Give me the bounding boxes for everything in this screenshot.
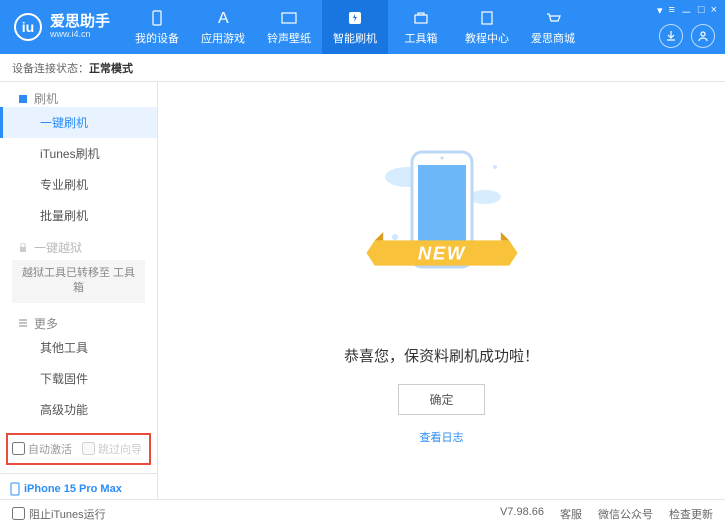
sidebar-item-pro-flash[interactable]: 专业刷机 <box>0 169 157 200</box>
status-value: 正常模式 <box>89 60 133 76</box>
checkbox-skip-guide[interactable]: 跳过向导 <box>82 441 142 457</box>
phone-icon <box>147 8 167 28</box>
checkbox-auto-activate[interactable]: 自动激活 <box>12 441 72 457</box>
footer: 阻止iTunes运行 V7.98.66 客服 微信公众号 检查更新 <box>0 499 725 527</box>
nav-store[interactable]: 爱思商城 <box>520 0 586 54</box>
cart-icon <box>543 8 563 28</box>
device-name[interactable]: iPhone 15 Pro Max <box>10 482 147 496</box>
download-button[interactable] <box>659 24 683 48</box>
nav-tutorials[interactable]: 教程中心 <box>454 0 520 54</box>
nav-toolbox[interactable]: 工具箱 <box>388 0 454 54</box>
close-icon[interactable]: × <box>711 4 717 20</box>
top-nav: 我的设备 A 应用游戏 铃声壁纸 智能刷机 工具箱 教程中心 爱思商城 <box>124 0 586 54</box>
footer-link-update[interactable]: 检查更新 <box>669 506 713 522</box>
main-content: NEW 恭喜您，保资料刷机成功啦！ 确定 查看日志 <box>158 82 725 499</box>
app-title: 爱思助手 <box>50 14 110 31</box>
section-flash: 刷机 <box>0 82 157 107</box>
footer-link-wechat[interactable]: 微信公众号 <box>598 506 653 522</box>
download-icon <box>665 30 677 42</box>
block-itunes-checkbox[interactable]: 阻止iTunes运行 <box>12 506 106 522</box>
minimize-icon[interactable]: － <box>681 4 692 20</box>
section-jailbreak: 一键越狱 <box>0 231 157 256</box>
status-label: 设备连接状态： <box>12 60 89 76</box>
flash-icon <box>345 8 365 28</box>
device-info: iPhone 15 Pro Max 512GB iPhone <box>0 473 157 499</box>
maximize-icon[interactable]: □ <box>698 4 705 20</box>
view-log-link[interactable]: 查看日志 <box>420 429 464 445</box>
user-button[interactable] <box>691 24 715 48</box>
sidebar-item-other-tools[interactable]: 其他工具 <box>0 332 157 363</box>
logo-icon: iu <box>14 13 42 41</box>
success-message: 恭喜您，保资料刷机成功啦！ <box>344 345 539 366</box>
ad-icon[interactable]: ▾ <box>657 4 663 20</box>
app-header: iu 爱思助手 www.i4.cn 我的设备 A 应用游戏 铃声壁纸 智能刷机 … <box>0 0 725 54</box>
book-icon <box>477 8 497 28</box>
app-icon: A <box>213 8 233 28</box>
user-icon <box>697 30 709 42</box>
sidebar-item-advanced[interactable]: 高级功能 <box>0 394 157 425</box>
ok-button[interactable]: 确定 <box>398 384 484 415</box>
toolbox-icon <box>411 8 431 28</box>
app-url: www.i4.cn <box>50 30 110 40</box>
device-icon <box>10 482 20 496</box>
nav-smart-flash[interactable]: 智能刷机 <box>322 0 388 54</box>
logo: iu 爱思助手 www.i4.cn <box>0 13 124 41</box>
section-more: 更多 <box>0 307 157 332</box>
sidebar: 刷机 一键刷机 iTunes刷机 专业刷机 批量刷机 一键越狱 越狱工具已转移至… <box>0 82 158 499</box>
sidebar-item-itunes-flash[interactable]: iTunes刷机 <box>0 138 157 169</box>
svg-text:A: A <box>218 10 229 27</box>
nav-my-device[interactable]: 我的设备 <box>124 0 190 54</box>
version-label: V7.98.66 <box>500 506 544 522</box>
footer-link-support[interactable]: 客服 <box>560 506 582 522</box>
nav-ringtones[interactable]: 铃声壁纸 <box>256 0 322 54</box>
sidebar-item-download-firmware[interactable]: 下载固件 <box>0 363 157 394</box>
more-icon <box>18 318 28 328</box>
ribbon-text: NEW <box>417 242 465 263</box>
image-icon <box>279 8 299 28</box>
success-illustration: NEW <box>342 137 542 327</box>
options-box: 自动激活 跳过向导 <box>6 433 151 465</box>
status-bar: 设备连接状态： 正常模式 <box>0 54 725 82</box>
lock-icon <box>18 243 28 253</box>
nav-apps[interactable]: A 应用游戏 <box>190 0 256 54</box>
window-controls: ▾ ≡ － □ × <box>657 4 717 20</box>
menu-icon[interactable]: ≡ <box>668 4 674 20</box>
sidebar-item-onekey-flash[interactable]: 一键刷机 <box>0 107 157 138</box>
sidebar-item-batch-flash[interactable]: 批量刷机 <box>0 200 157 231</box>
flash-section-icon <box>18 94 28 104</box>
jailbreak-note: 越狱工具已转移至 工具箱 <box>12 260 145 303</box>
